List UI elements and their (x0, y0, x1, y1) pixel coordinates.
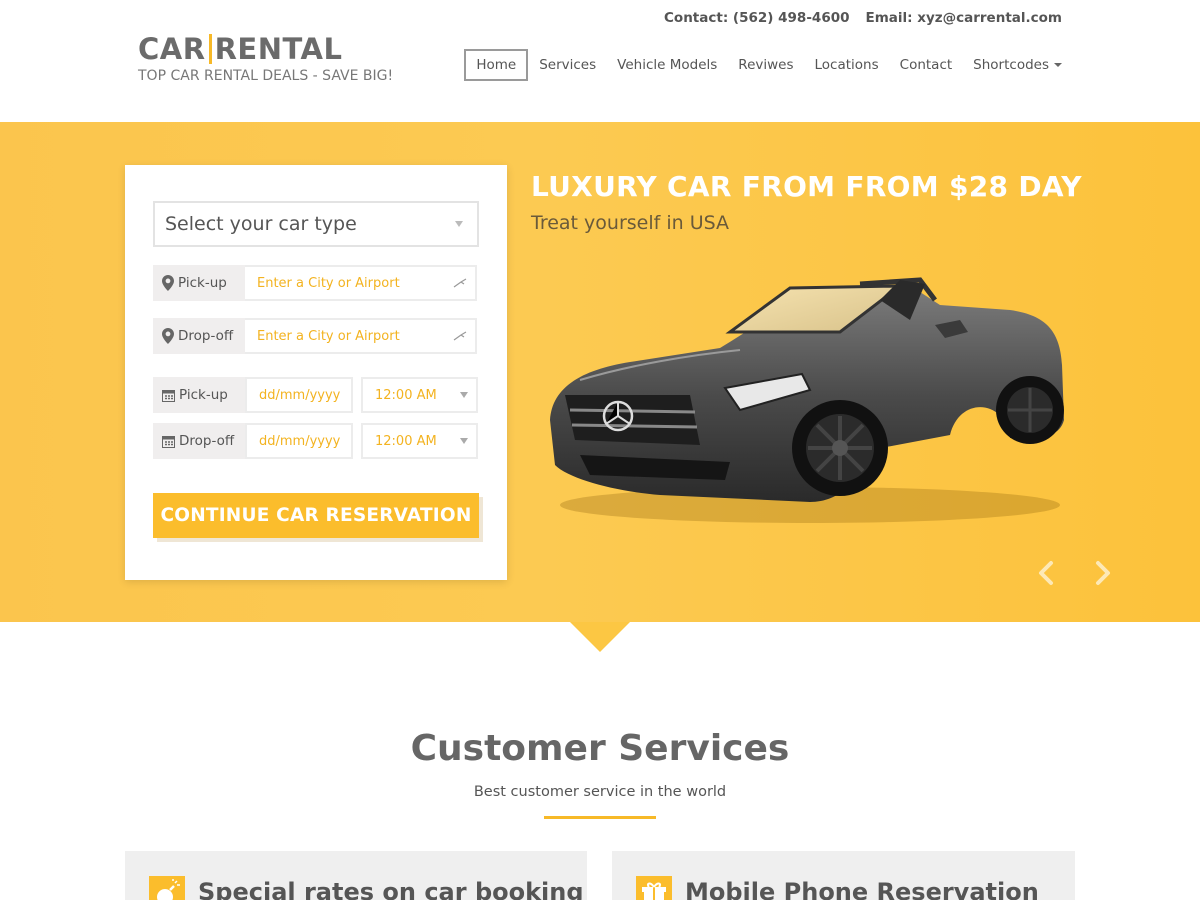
nav-vehicle-models[interactable]: Vehicle Models (607, 50, 727, 80)
calendar-icon (162, 435, 175, 448)
pickup-location-label: Pick-up (153, 265, 245, 301)
pickup-location-placeholder: Enter a City or Airport (257, 275, 400, 291)
pickup-time-value: 12:00 AM (375, 387, 437, 403)
pickup-date-input[interactable]: dd/mm/yyyy (245, 377, 353, 413)
services-title: Customer Services (410, 728, 790, 769)
pickup-location-input[interactable]: Enter a City or Airport (245, 265, 477, 301)
nav-shortcodes-label: Shortcodes (973, 57, 1049, 73)
calendar-icon (162, 389, 175, 402)
dropoff-label-text: Drop-off (178, 328, 234, 344)
dropoff-date-label-text: Drop-off (179, 433, 235, 449)
dropdown-triangle-icon (460, 438, 468, 444)
logo-separator (208, 34, 212, 64)
dropoff-date-input[interactable]: dd/mm/yyyy (245, 423, 353, 459)
dropoff-location-placeholder: Enter a City or Airport (257, 328, 400, 344)
site-logo[interactable]: CAR RENTAL TOP CAR RENTAL DEALS - SAVE B… (138, 32, 393, 84)
slider-prev-arrow-icon[interactable] (1035, 560, 1059, 586)
nav-services[interactable]: Services (529, 50, 606, 80)
service-card-title: Special rates on car booking (198, 878, 584, 900)
hero-title: LUXURY CAR FROM FROM $28 DAY (531, 170, 1082, 203)
logo-title: CAR RENTAL (138, 32, 393, 66)
caret-down-icon (1054, 63, 1062, 67)
nav-shortcodes[interactable]: Shortcodes (963, 50, 1072, 80)
service-card-special-rates: Special rates on car booking (125, 851, 587, 900)
contact-phone: Contact: (562) 498-4600 (664, 10, 850, 26)
pickup-location-row: Pick-up Enter a City or Airport (153, 265, 477, 301)
contact-email[interactable]: Email: xyz@carrental.com (866, 10, 1062, 26)
dropoff-date-label: Drop-off (153, 423, 245, 459)
dropoff-date-placeholder: dd/mm/yyyy (259, 433, 341, 449)
contact-bar: Contact: (562) 498-4600 Email: xyz@carre… (664, 10, 1062, 26)
dropoff-location-label: Drop-off (153, 318, 245, 354)
nav-contact[interactable]: Contact (890, 50, 963, 80)
dropoff-time-select[interactable]: 12:00 AM (361, 423, 478, 459)
hero-subtitle: Treat yourself in USA (531, 212, 730, 234)
hero-pointer (570, 622, 630, 652)
logo-tagline: TOP CAR RENTAL DEALS - SAVE BIG! (138, 68, 394, 84)
pickup-time-select[interactable]: 12:00 AM (361, 377, 478, 413)
dropoff-location-row: Drop-off Enter a City or Airport (153, 318, 477, 354)
bomb-icon (149, 876, 185, 900)
location-arrow-icon (453, 278, 467, 288)
logo-text-car: CAR (138, 32, 206, 66)
nav-home[interactable]: Home (464, 49, 529, 81)
service-card-title: Mobile Phone Reservation (685, 878, 1039, 900)
main-nav: Home Services Vehicle Models Reviwes Loc… (463, 49, 1072, 81)
map-marker-icon (162, 328, 174, 344)
reservation-form: Select your car type Pick-up Enter a Cit… (125, 165, 507, 580)
car-image (550, 277, 1064, 523)
service-card-mobile-reservation: Mobile Phone Reservation (612, 851, 1075, 900)
dropoff-datetime-row: Drop-off dd/mm/yyyy 12:00 AM (153, 423, 478, 459)
dropoff-time-value: 12:00 AM (375, 433, 437, 449)
continue-reservation-button[interactable]: CONTINUE CAR RESERVATION (153, 493, 479, 538)
location-arrow-icon (453, 331, 467, 341)
gift-icon (636, 876, 672, 900)
car-type-value: Select your car type (165, 213, 357, 235)
nav-reviews[interactable]: Reviwes (728, 50, 803, 80)
dropdown-triangle-icon (460, 392, 468, 398)
map-marker-icon (162, 275, 174, 291)
services-subtitle: Best customer service in the world (473, 784, 727, 800)
logo-text-rental: RENTAL (214, 32, 343, 66)
pickup-date-label-text: Pick-up (179, 387, 228, 403)
pickup-datetime-row: Pick-up dd/mm/yyyy 12:00 AM (153, 377, 478, 413)
services-divider (544, 816, 656, 819)
dropoff-location-input[interactable]: Enter a City or Airport (245, 318, 477, 354)
pickup-date-label: Pick-up (153, 377, 245, 413)
dropdown-triangle-icon (455, 221, 463, 227)
nav-locations[interactable]: Locations (805, 50, 889, 80)
car-type-select[interactable]: Select your car type (153, 201, 479, 247)
pickup-label-text: Pick-up (178, 275, 227, 291)
pickup-date-placeholder: dd/mm/yyyy (259, 387, 341, 403)
slider-next-arrow-icon[interactable] (1090, 560, 1114, 586)
